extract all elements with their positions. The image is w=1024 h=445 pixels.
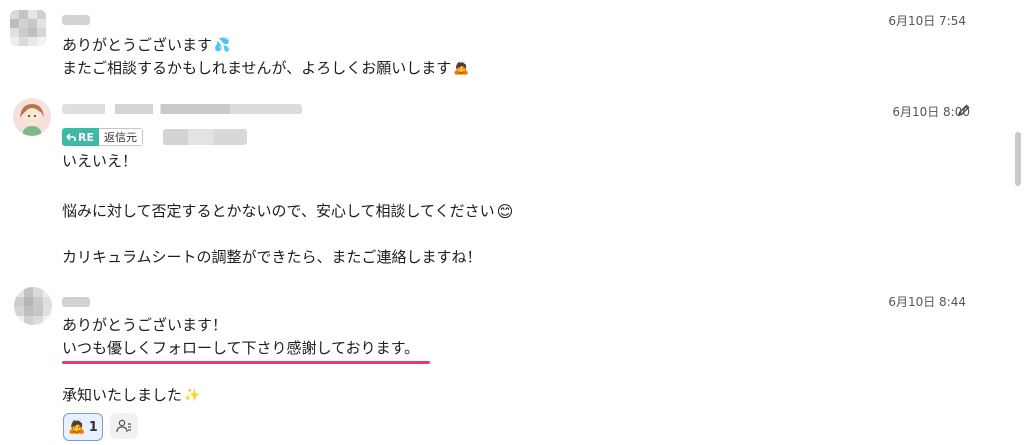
reaction-chip[interactable]: 🙇 1: [63, 413, 103, 441]
highlighted-message-text: いつも優しくフォローして下さり感謝しております。: [62, 339, 420, 357]
reply-badge-text: 返信元: [98, 128, 143, 146]
avatar[interactable]: [14, 287, 52, 325]
avatar-illustration-icon: [13, 98, 51, 136]
bowing-emoji-icon: 🙇: [453, 60, 470, 76]
message-text-line: いえいえ！: [62, 152, 138, 170]
message-text-line: ありがとうございます！: [62, 316, 228, 334]
sweat-drops-emoji-icon: 💦: [214, 37, 231, 53]
message-text-line: カリキュラムシートの調整ができたら、またご連絡しますね！: [62, 248, 482, 266]
sender-name[interactable]: [62, 297, 90, 307]
avatar[interactable]: [13, 98, 51, 136]
message-text-line: 悩みに対して否定するとかないので、安心して相談してください 😊: [62, 201, 514, 221]
message-2: 6月10日 8:00 RE 返信元 いえいえ！ 悩みに対して否定するとかないので…: [0, 90, 1000, 275]
reply-badge[interactable]: RE 返信元: [62, 128, 143, 146]
reaction-count: 1: [88, 419, 98, 435]
message-text-line: 承知いたしました ✨: [62, 384, 200, 407]
message-timestamp: 6月10日 8:44: [888, 295, 966, 309]
message-1: 6月10日 7:54 ありがとうございます 💦 またご相談するかもしれませんが、よ…: [0, 0, 1000, 90]
smile-emoji-icon: 😊: [496, 201, 514, 221]
reply-badge-label: RE: [62, 128, 99, 146]
message-text-line: またご相談するかもしれませんが、よろしくお願いします 🙇: [62, 57, 469, 80]
reply-arrow-icon: [66, 132, 76, 141]
edit-pencil-icon[interactable]: [957, 103, 971, 117]
message-3: 6月10日 8:44 ありがとうございます！ いつも優しくフォローして下さり感謝…: [0, 275, 1000, 445]
add-reaction-icon: [116, 419, 131, 433]
reply-source-name[interactable]: [163, 129, 247, 145]
message-timestamp: 6月10日 7:54: [888, 14, 966, 28]
sender-name[interactable]: [62, 104, 302, 114]
scrollbar-thumb[interactable]: [1015, 132, 1021, 186]
avatar[interactable]: [10, 10, 46, 46]
message-text-line: ありがとうございます 💦: [62, 34, 230, 57]
sender-name[interactable]: [62, 15, 90, 25]
sparkles-emoji-icon: ✨: [184, 387, 201, 403]
bowing-emoji-icon: 🙇: [68, 419, 86, 435]
highlight-underline: [62, 361, 430, 364]
add-reaction-button[interactable]: [110, 413, 138, 439]
